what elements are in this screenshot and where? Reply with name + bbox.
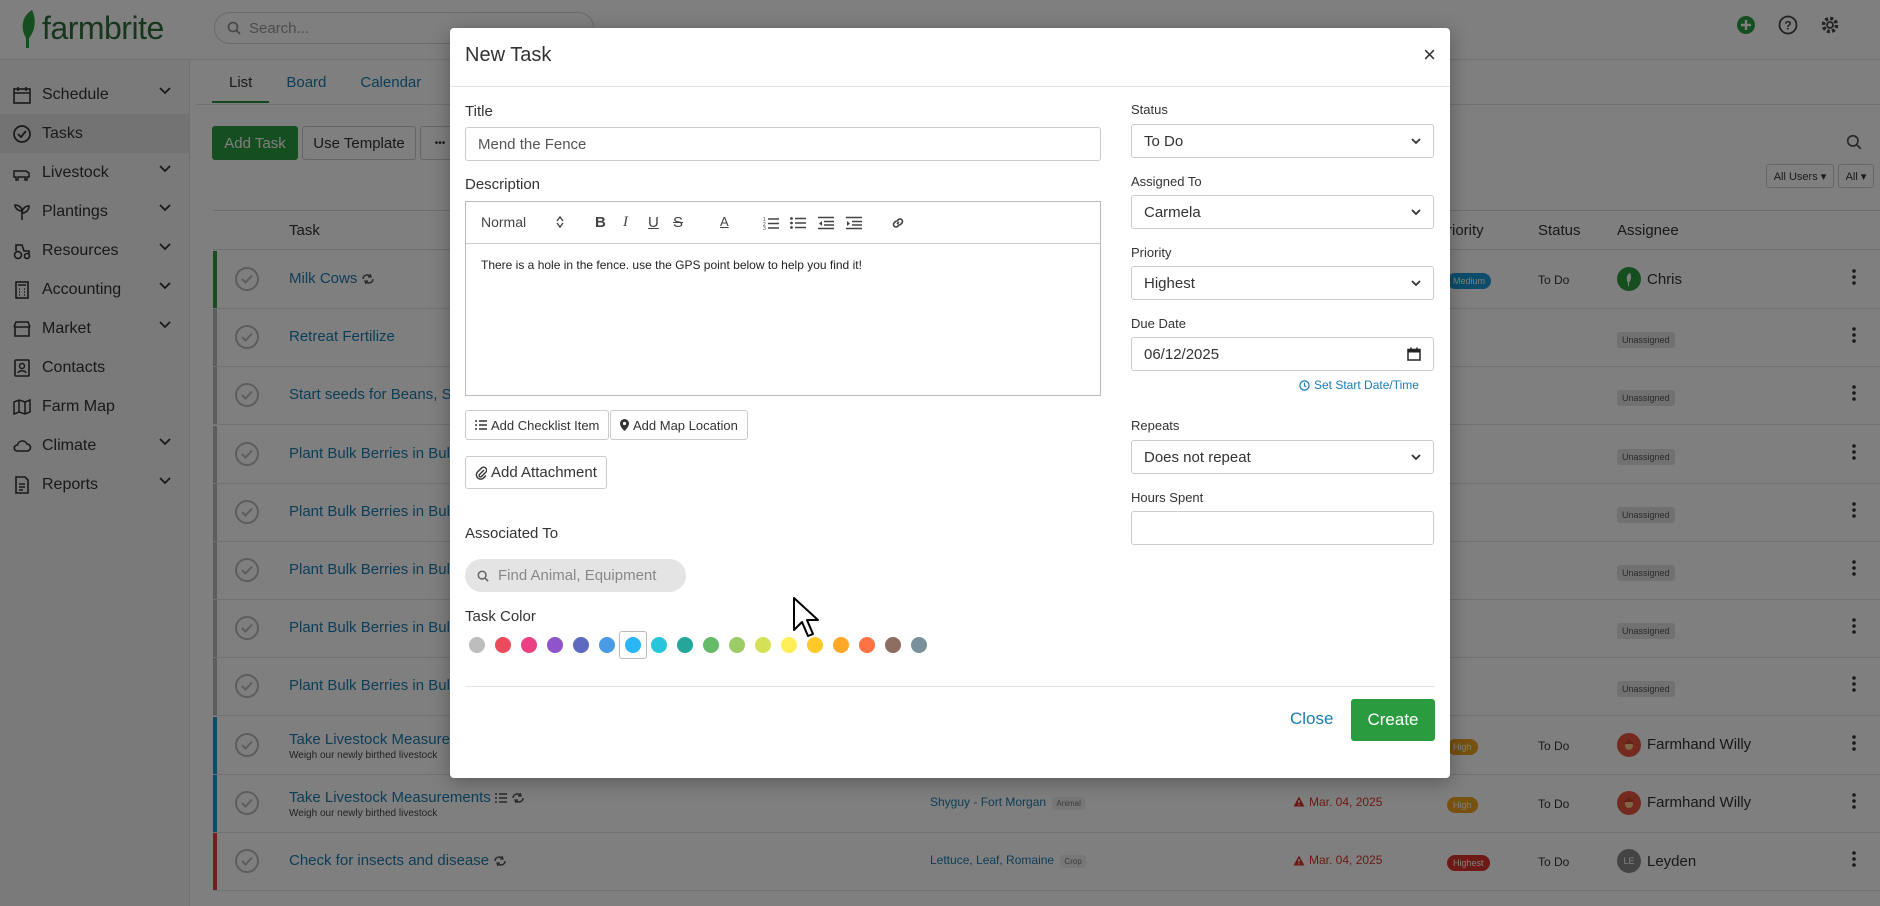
priority-value: Highest — [1144, 274, 1195, 292]
calendar-picker-icon[interactable] — [1407, 347, 1421, 361]
chevron-down-icon — [1411, 453, 1421, 460]
underline-icon[interactable]: U — [648, 214, 659, 231]
associated-label: Associated To — [465, 525, 559, 542]
hours-spent-label: Hours Spent — [1131, 490, 1204, 505]
chevron-down-icon — [1411, 137, 1421, 144]
color-swatch[interactable] — [521, 637, 537, 653]
bold-icon[interactable]: B — [595, 214, 606, 231]
priority-label: Priority — [1131, 245, 1172, 260]
add-attachment-label: Add Attachment — [491, 464, 597, 481]
editor-toolbar: Normal B I U S A 123 — [466, 202, 1100, 244]
modal-footer-divider — [465, 686, 1435, 687]
checklist-icon — [475, 420, 487, 430]
color-swatch[interactable] — [807, 637, 823, 653]
ordered-list-icon[interactable]: 123 — [763, 216, 779, 230]
color-swatch[interactable] — [469, 637, 485, 653]
color-swatch[interactable] — [729, 637, 745, 653]
color-swatch[interactable] — [885, 637, 901, 653]
close-button[interactable]: Close — [1290, 709, 1333, 729]
set-start-date-link[interactable]: Set Start Date/Time — [1299, 378, 1419, 392]
associated-search[interactable]: Find Animal, Equipment — [465, 559, 686, 592]
description-label: Description — [465, 176, 541, 193]
new-task-modal: New Task × Title Mend the Fence Descript… — [450, 28, 1450, 778]
title-input[interactable]: Mend the Fence — [465, 127, 1101, 161]
color-swatch[interactable] — [755, 637, 771, 653]
color-swatch[interactable] — [781, 637, 797, 653]
color-swatch[interactable] — [651, 637, 667, 653]
svg-text:3: 3 — [763, 226, 766, 230]
add-attachment-button[interactable]: Add Attachment — [465, 456, 607, 489]
status-value: To Do — [1144, 132, 1184, 150]
mouse-cursor-icon — [793, 597, 819, 637]
description-text[interactable]: There is a hole in the fence. use the GP… — [481, 258, 862, 272]
task-color-label: Task Color — [465, 608, 536, 625]
modal-title: New Task — [465, 44, 552, 66]
set-start-label: Set Start Date/Time — [1314, 378, 1419, 392]
color-swatch[interactable] — [599, 637, 615, 653]
description-editor: Normal B I U S A 123 There is a hole in … — [465, 201, 1101, 396]
add-checklist-label: Add Checklist Item — [491, 417, 600, 433]
color-swatch[interactable] — [703, 637, 719, 653]
italic-icon[interactable]: I — [623, 214, 628, 231]
chevron-down-icon — [1411, 279, 1421, 286]
repeats-label: Repeats — [1131, 418, 1180, 433]
chevron-down-icon — [1411, 208, 1421, 215]
color-swatch[interactable] — [833, 637, 849, 653]
format-select[interactable]: Normal — [481, 214, 526, 230]
paperclip-icon — [475, 466, 487, 480]
bullet-list-icon[interactable] — [790, 216, 806, 230]
title-label: Title — [465, 103, 493, 120]
color-swatch[interactable] — [573, 637, 589, 653]
priority-select[interactable]: Highest — [1131, 266, 1434, 300]
add-map-location-button[interactable]: Add Map Location — [610, 410, 748, 440]
link-icon[interactable] — [890, 215, 906, 231]
add-map-location-label: Add Map Location — [633, 417, 738, 433]
repeats-select[interactable]: Does not repeat — [1131, 440, 1434, 474]
due-date-input[interactable]: 06/12/2025 — [1131, 337, 1434, 371]
outdent-icon[interactable] — [818, 216, 834, 230]
color-swatch[interactable] — [547, 637, 563, 653]
strikethrough-icon[interactable]: S — [673, 214, 683, 231]
create-button[interactable]: Create — [1351, 699, 1435, 741]
repeats-value: Does not repeat — [1144, 448, 1251, 466]
format-caret-icon — [556, 216, 564, 228]
status-label: Status — [1131, 102, 1168, 117]
due-date-value: 06/12/2025 — [1144, 345, 1220, 363]
search-icon — [477, 570, 489, 582]
add-checklist-item-button[interactable]: Add Checklist Item — [465, 410, 610, 440]
hours-spent-input[interactable] — [1131, 511, 1434, 545]
indent-icon[interactable] — [846, 216, 862, 230]
status-select[interactable]: To Do — [1131, 124, 1434, 158]
color-swatch[interactable] — [859, 637, 875, 653]
assigned-to-label: Assigned To — [1131, 174, 1202, 189]
associated-placeholder: Find Animal, Equipment — [498, 567, 657, 584]
color-swatch[interactable] — [495, 637, 511, 653]
modal-header: New Task × — [450, 28, 1450, 87]
due-date-label: Due Date — [1131, 316, 1186, 331]
clock-icon — [1299, 379, 1310, 391]
assigned-to-select[interactable]: Carmela — [1131, 195, 1434, 229]
text-color-icon[interactable]: A — [720, 214, 729, 229]
color-swatch[interactable] — [911, 637, 927, 653]
close-icon[interactable]: × — [1423, 44, 1436, 66]
assigned-to-value: Carmela — [1144, 203, 1201, 221]
color-swatch[interactable] — [625, 637, 641, 653]
map-marker-icon — [620, 419, 629, 431]
color-swatch[interactable] — [677, 637, 693, 653]
